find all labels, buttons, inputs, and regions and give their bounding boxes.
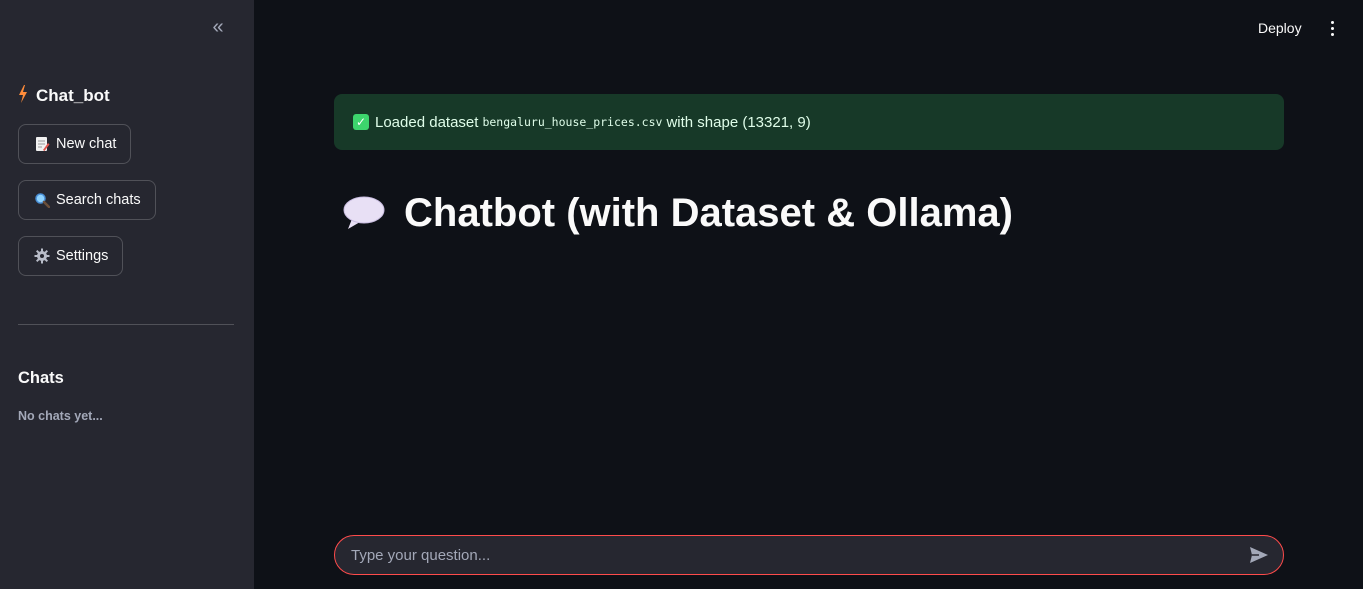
magnifier-icon	[34, 192, 51, 209]
settings-button[interactable]: Settings	[18, 236, 124, 276]
page-title-text: Chatbot (with Dataset & Ollama)	[404, 190, 1013, 235]
send-icon[interactable]	[1247, 543, 1271, 567]
no-chats-text: No chats yet...	[18, 409, 103, 423]
sidebar-title-text: Chat_bot	[36, 86, 110, 105]
alert-suffix: with shape (13321, 9)	[666, 113, 811, 131]
alert-prefix: Loaded dataset	[375, 113, 479, 131]
new-chat-button[interactable]: New chat	[18, 124, 132, 164]
sidebar-divider	[18, 324, 234, 325]
gear-icon	[34, 248, 50, 264]
lightning-icon	[18, 84, 28, 108]
check-icon: ✓	[353, 114, 369, 130]
search-chats-label: Search chats	[56, 192, 141, 208]
memo-icon	[34, 136, 50, 152]
settings-label: Settings	[56, 248, 109, 264]
sidebar: « Chat_bot New chat Search chats Setting…	[0, 0, 254, 589]
speech-bubble-icon	[342, 195, 386, 231]
chat-input[interactable]	[351, 546, 1247, 564]
search-chats-button[interactable]: Search chats	[18, 180, 156, 220]
chats-heading: Chats	[18, 369, 64, 387]
alert-filename: bengaluru_house_prices.csv	[482, 115, 663, 129]
sidebar-title: Chat_bot	[18, 84, 110, 108]
kebab-menu-icon[interactable]	[1322, 16, 1342, 40]
success-alert: ✓ Loaded dataset bengaluru_house_prices.…	[334, 94, 1284, 150]
page-title: Chatbot (with Dataset & Ollama)	[342, 186, 1013, 240]
collapse-sidebar-icon[interactable]: «	[206, 16, 230, 40]
app-root: « Chat_bot New chat Search chats Setting…	[0, 0, 1363, 589]
new-chat-label: New chat	[56, 136, 117, 152]
chat-input-container	[334, 535, 1284, 575]
deploy-button[interactable]: Deploy	[1258, 16, 1302, 40]
